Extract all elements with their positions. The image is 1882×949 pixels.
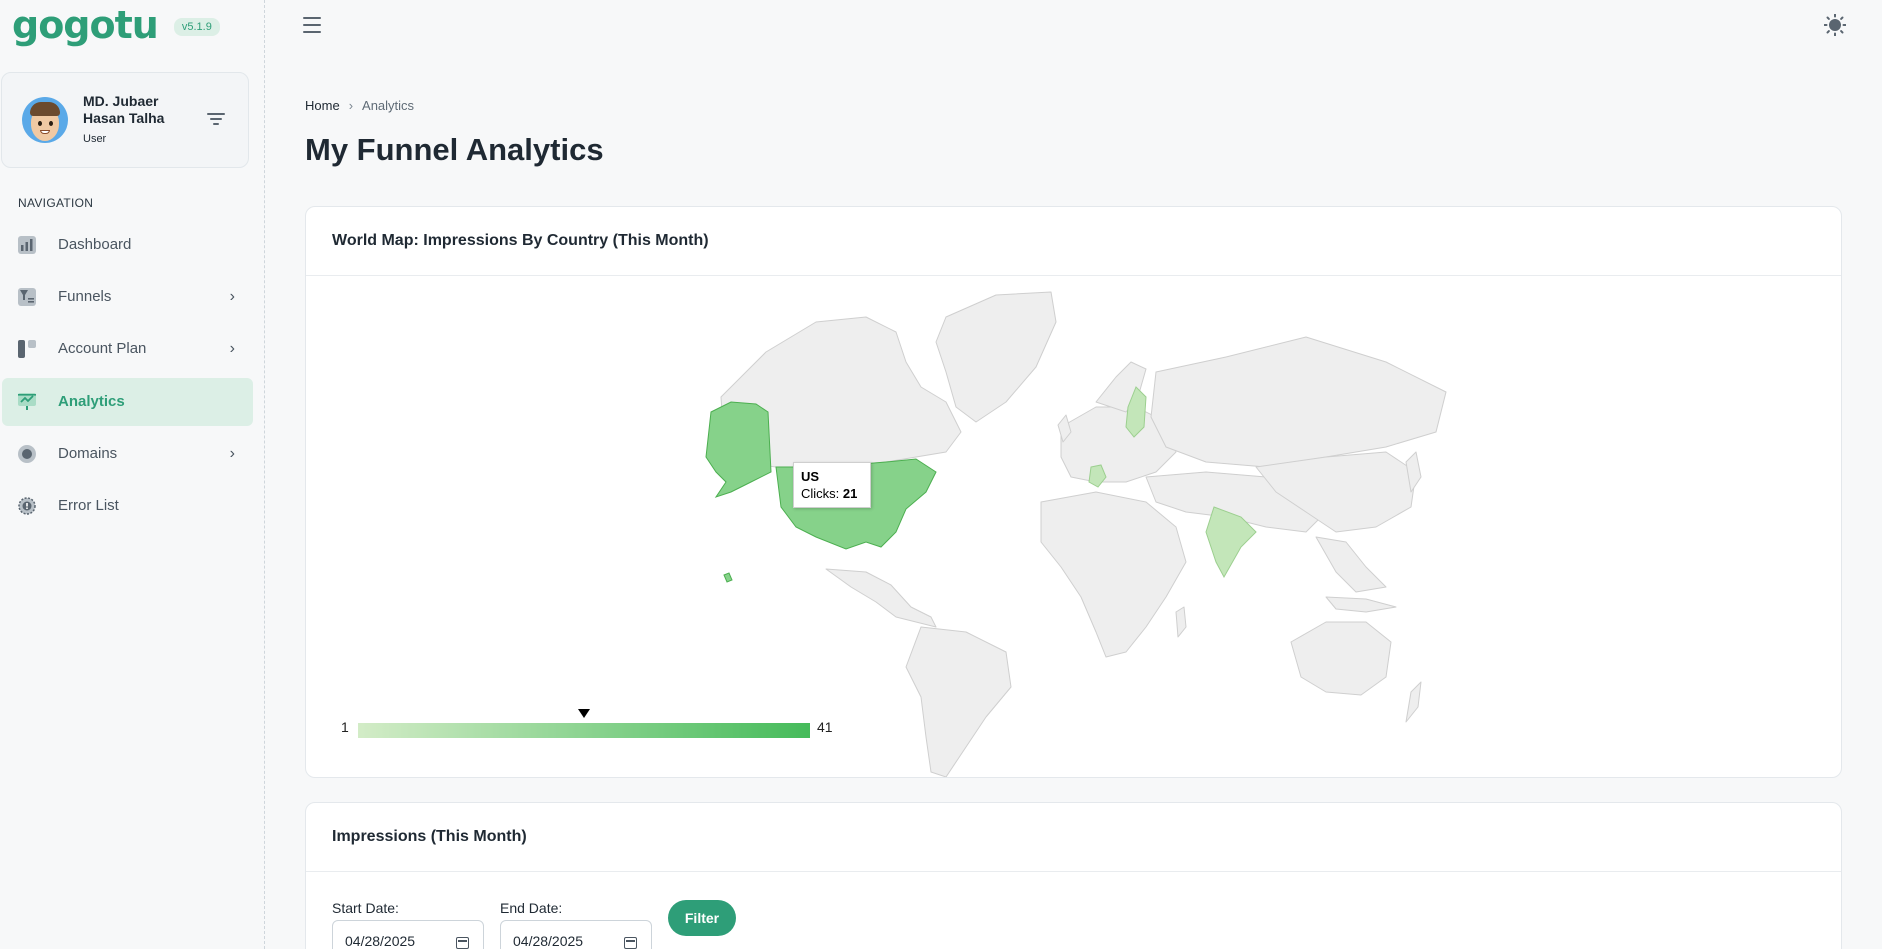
- sidebar-item-label: Domains: [58, 445, 118, 462]
- start-date-input[interactable]: 04/28/2025: [332, 920, 484, 949]
- user-name: MD. Jubaer Hasan Talha: [83, 93, 165, 126]
- analytics-icon: [18, 393, 36, 410]
- chevron-right-icon: ›: [348, 98, 354, 113]
- map-country-southeast-asia: [1315, 536, 1387, 593]
- user-role: User: [83, 133, 107, 145]
- end-date-value: 04/28/2025: [513, 933, 584, 949]
- sidebar-item-error-list[interactable]: Error List: [2, 482, 253, 530]
- nav-heading: NAVIGATION: [18, 196, 94, 210]
- version-badge: v5.1.9: [173, 18, 220, 36]
- hamburger-menu-icon[interactable]: [303, 17, 321, 33]
- chevron-right-icon: ›: [229, 288, 235, 305]
- tooltip-country: US: [801, 469, 820, 484]
- world-map-card-title: World Map: Impressions By Country (This …: [306, 207, 1841, 276]
- map-country-mexico: [825, 568, 937, 628]
- sidebar-item-analytics[interactable]: Analytics: [2, 378, 253, 426]
- filter-icon[interactable]: [206, 113, 226, 129]
- breadcrumb-home-link[interactable]: Home: [305, 98, 340, 113]
- map-tooltip: US Clicks: 21: [793, 462, 871, 508]
- domain-icon: [18, 445, 36, 463]
- map-country-africa: [1040, 491, 1187, 658]
- map-country-south-america: [905, 626, 1012, 778]
- legend-min-label: 1: [341, 719, 349, 735]
- user-card[interactable]: MD. Jubaer Hasan Talha User: [1, 72, 249, 168]
- filter-button[interactable]: Filter: [668, 900, 736, 936]
- start-date-value: 04/28/2025: [345, 933, 416, 949]
- sidebar-item-label: Error List: [58, 497, 119, 514]
- sidebar-item-label: Account Plan: [58, 340, 147, 357]
- world-map-svg: [705, 291, 1447, 778]
- end-date-label: End Date:: [500, 900, 563, 916]
- tooltip-label: Clicks:: [801, 486, 840, 501]
- app-logo[interactable]: gogotu: [12, 4, 159, 46]
- account-plan-icon: [18, 340, 36, 358]
- end-date-input[interactable]: 04/28/2025: [500, 920, 652, 949]
- map-country-russia: [1150, 336, 1447, 468]
- sidebar-item-funnels[interactable]: Funnels ›: [2, 273, 253, 321]
- sidebar-item-domains[interactable]: Domains ›: [2, 430, 253, 478]
- chevron-right-icon: ›: [229, 340, 235, 357]
- calendar-icon[interactable]: [624, 937, 637, 949]
- dashboard-icon: [18, 236, 36, 254]
- sidebar-item-account-plan[interactable]: Account Plan ›: [2, 325, 253, 373]
- page-title: My Funnel Analytics: [305, 132, 604, 167]
- breadcrumb-current: Analytics: [362, 98, 415, 113]
- map-country-indonesia: [1325, 596, 1397, 613]
- map-country-australia: [1290, 621, 1392, 696]
- legend-marker: [578, 709, 590, 718]
- sidebar-item-dashboard[interactable]: Dashboard: [2, 221, 253, 269]
- funnel-icon: [18, 288, 36, 306]
- legend-max-label: 41: [817, 719, 833, 735]
- theme-toggle-icon[interactable]: [1824, 14, 1846, 36]
- chevron-right-icon: ›: [229, 445, 235, 462]
- start-date-label: Start Date:: [332, 900, 399, 916]
- map-country-us-alaska: [705, 401, 772, 498]
- sidebar-item-label: Funnels: [58, 288, 112, 305]
- tooltip-value: 21: [842, 486, 858, 501]
- map-country-greenland: [935, 291, 1057, 423]
- world-map-card: World Map: Impressions By Country (This …: [305, 206, 1842, 778]
- impressions-card-title: Impressions (This Month): [306, 803, 1841, 872]
- sidebar: gogotu v5.1.9 MD. Jubaer Hasan Talha Use…: [0, 0, 265, 949]
- sidebar-item-label: Analytics: [58, 393, 125, 410]
- map-country-us-hawaii: [723, 572, 733, 583]
- legend-color-bar: [358, 723, 810, 738]
- world-map[interactable]: US Clicks: 21 1 41: [306, 277, 1843, 778]
- breadcrumb: Home › Analytics: [305, 98, 414, 113]
- map-country-madagascar: [1175, 606, 1187, 638]
- error-list-icon: [18, 497, 36, 515]
- calendar-icon[interactable]: [456, 937, 469, 949]
- logo-row: gogotu v5.1.9: [12, 4, 220, 46]
- impressions-card: Impressions (This Month) Start Date: 04/…: [305, 802, 1842, 949]
- avatar: [22, 97, 68, 143]
- map-country-new-zealand: [1405, 681, 1422, 723]
- sidebar-item-label: Dashboard: [58, 236, 132, 253]
